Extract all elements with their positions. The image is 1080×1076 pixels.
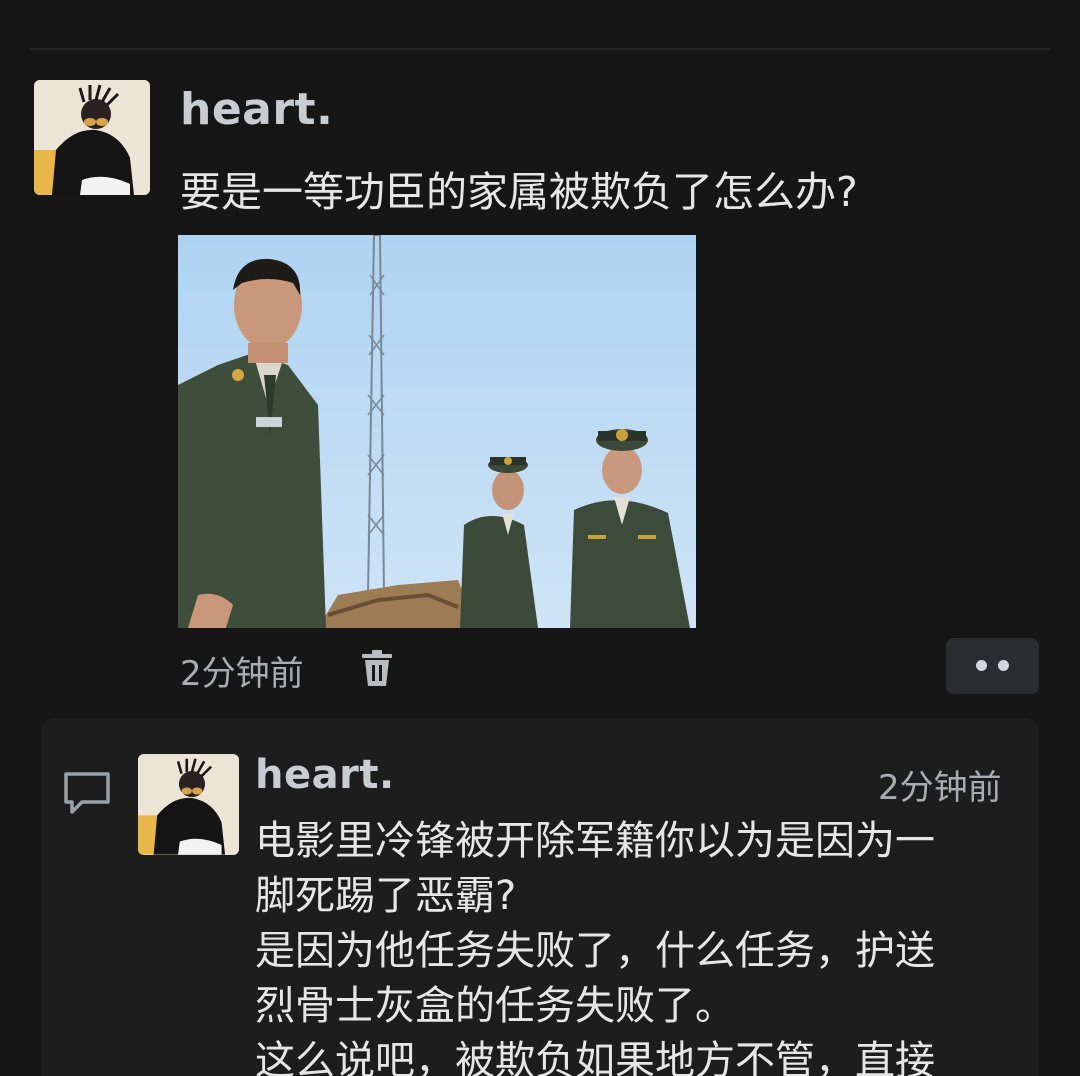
reply-text-line: 烈骨士灰盒的任务失败了。 bbox=[255, 983, 735, 1029]
avatar-image bbox=[34, 80, 150, 195]
avatar-image bbox=[138, 754, 239, 855]
comment-icon[interactable] bbox=[62, 770, 112, 816]
reply-text-line: 电影里冷锋被开除军籍你以为是因为一 bbox=[255, 818, 935, 864]
reply-username[interactable]: heart. bbox=[255, 752, 395, 798]
post-username[interactable]: heart. bbox=[180, 84, 333, 135]
reply-text: 电影里冷锋被开除军籍你以为是因为一 脚死踢了恶霸? 是因为他任务失败了，什么任务… bbox=[255, 814, 1015, 1076]
more-options-button[interactable] bbox=[946, 638, 1039, 694]
feed-screen: heart. 要是一等功臣的家属被欺负了怎么办? 2分钟前 heart. 2分钟… bbox=[0, 0, 1080, 1076]
more-dots-icon bbox=[976, 660, 987, 671]
post-text: 要是一等功臣的家属被欺负了怎么办? bbox=[180, 168, 858, 216]
post-image[interactable] bbox=[178, 235, 696, 628]
soldiers-photo bbox=[178, 235, 696, 628]
reply-author-avatar[interactable] bbox=[138, 754, 239, 855]
post-timestamp: 2分钟前 bbox=[180, 654, 304, 694]
reply-text-line: 这么说吧，被欺负如果地方不管，直接 bbox=[255, 1038, 935, 1076]
reply-text-line: 脚死踢了恶霸? bbox=[255, 873, 517, 919]
more-dots-icon bbox=[998, 660, 1009, 671]
reply-text-line: 是因为他任务失败了，什么任务，护送 bbox=[255, 928, 935, 974]
post-author-avatar[interactable] bbox=[34, 80, 150, 195]
top-divider bbox=[30, 48, 1050, 50]
reply-timestamp: 2分钟前 bbox=[878, 768, 1002, 808]
trash-icon[interactable] bbox=[358, 648, 396, 688]
